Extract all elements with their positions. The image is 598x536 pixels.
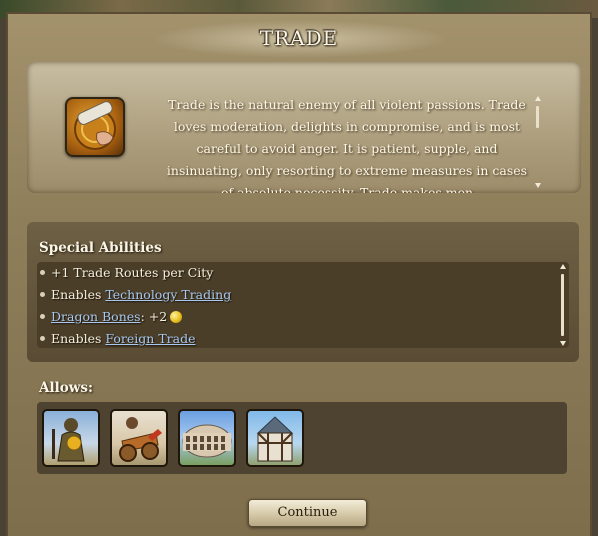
- scroll-thumb[interactable]: [561, 274, 564, 336]
- scroll-down-arrow[interactable]: [560, 341, 566, 346]
- ability-text: Enables: [51, 331, 106, 346]
- intro-scrollbar[interactable]: [534, 96, 544, 188]
- special-abilities-heading: Special Abilities: [39, 240, 162, 256]
- continue-button[interactable]: Continue: [248, 499, 367, 527]
- intro-quote-text: Trade is the natural enemy of all violen…: [166, 97, 528, 193]
- dragon-bones-link[interactable]: Dragon Bones: [51, 309, 141, 324]
- bullet-icon: [40, 336, 45, 341]
- trade-scroll-icon: [65, 97, 125, 157]
- bullet-icon: [40, 270, 45, 275]
- allows-heading: Allows:: [39, 380, 93, 396]
- bullet-icon: [40, 292, 45, 297]
- list-item: Enables Foreign Trade: [37, 328, 196, 350]
- ability-text: : +2: [140, 309, 168, 324]
- technology-trading-link[interactable]: Technology Trading: [105, 287, 231, 302]
- scroll-up-arrow[interactable]: [535, 96, 541, 101]
- abilities-list: +1 Trade Routes per City Enables Technol…: [37, 262, 569, 348]
- bullet-icon: [40, 314, 45, 319]
- ability-text: Enables: [51, 287, 106, 302]
- timber-house-building-icon[interactable]: [246, 409, 304, 467]
- list-item: +1 Trade Routes per City: [37, 262, 213, 284]
- allows-panel: [37, 402, 567, 474]
- dialog-title: TRADE: [259, 26, 339, 50]
- list-item: Enables Technology Trading: [37, 284, 231, 306]
- gold-coin-icon: [170, 310, 183, 323]
- ability-text: +1 Trade Routes per City: [51, 265, 214, 280]
- list-item: Dragon Bones: +2: [37, 306, 183, 328]
- colosseum-building-icon[interactable]: [178, 409, 236, 467]
- siege-cart-unit-icon[interactable]: [110, 409, 168, 467]
- scroll-down-arrow[interactable]: [535, 183, 541, 188]
- scroll-up-arrow[interactable]: [560, 264, 566, 269]
- scroll-thumb[interactable]: [536, 106, 539, 128]
- abilities-scrollbar[interactable]: [559, 264, 569, 346]
- armored-hero-unit-icon[interactable]: [42, 409, 100, 467]
- intro-panel: Trade is the natural enemy of all violen…: [27, 62, 581, 193]
- foreign-trade-link[interactable]: Foreign Trade: [105, 331, 195, 346]
